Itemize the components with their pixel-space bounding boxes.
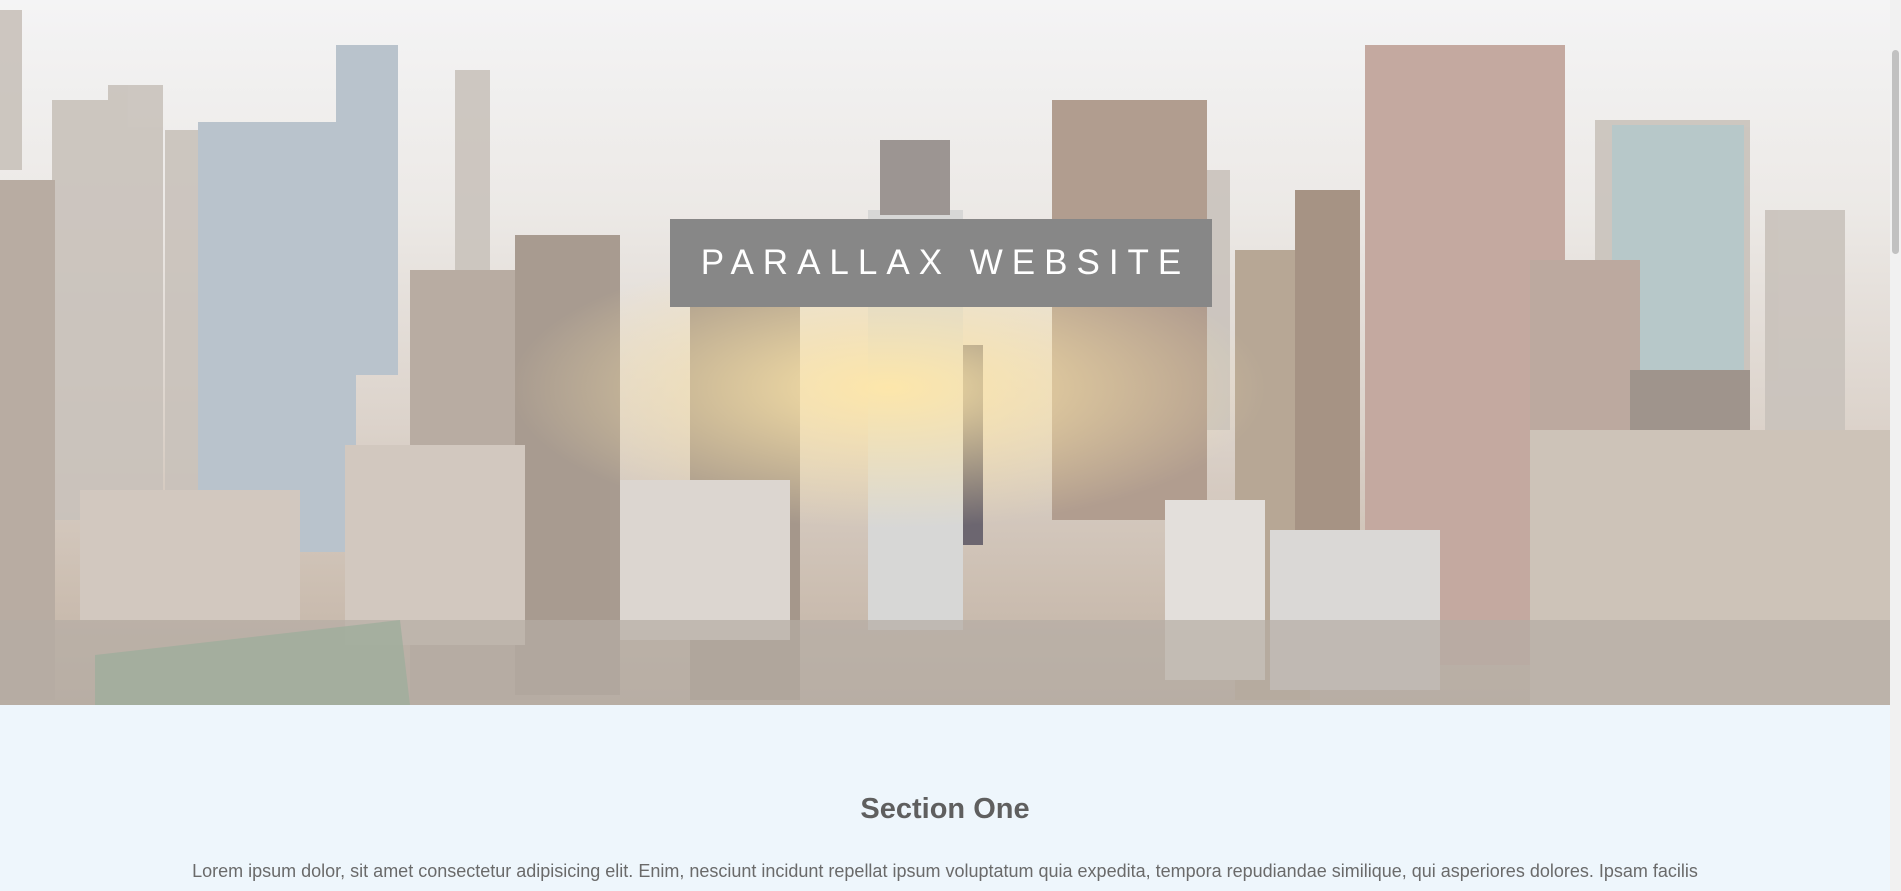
section-one: Section One Lorem ipsum dolor, sit amet … bbox=[0, 705, 1890, 891]
hero-section: PARALLAX WEBSITE bbox=[0, 0, 1890, 705]
page-scrollbar[interactable] bbox=[1890, 0, 1901, 891]
section-heading: Section One bbox=[860, 793, 1030, 825]
city-skyline-image bbox=[0, 0, 1890, 705]
site-title-box: PARALLAX WEBSITE bbox=[670, 219, 1212, 307]
site-title: PARALLAX WEBSITE bbox=[700, 243, 1191, 282]
section-body-text: Lorem ipsum dolor, sit amet consectetur … bbox=[192, 861, 1698, 881]
scrollbar-thumb[interactable] bbox=[1892, 50, 1899, 254]
